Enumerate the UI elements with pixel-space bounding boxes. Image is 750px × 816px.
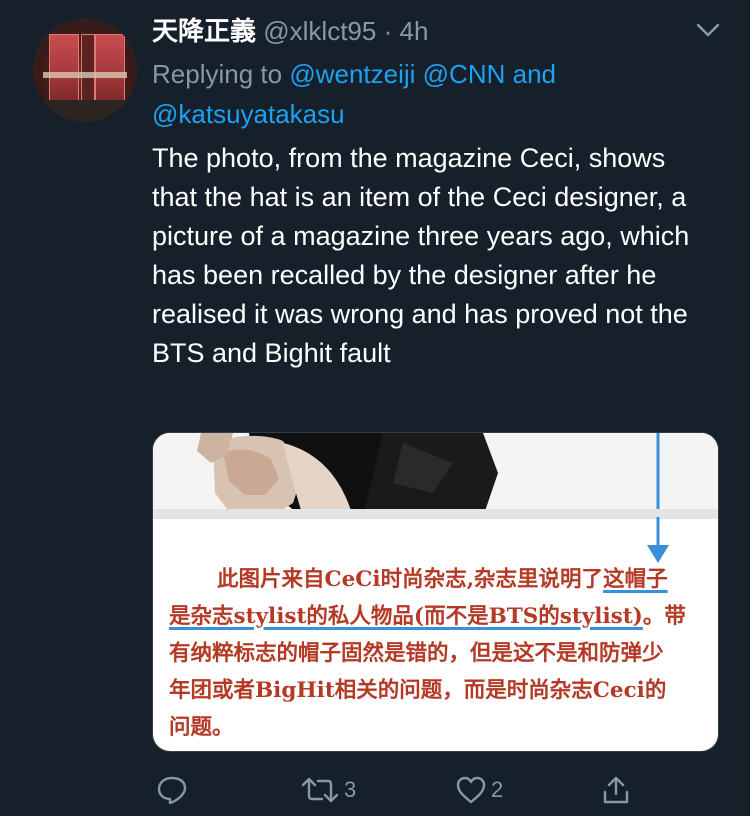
retweet-count: 3 <box>344 777 357 802</box>
caption-underlined: 这帽子 <box>603 567 668 592</box>
reply-button[interactable] <box>156 770 188 810</box>
avatar[interactable] <box>33 18 137 122</box>
mention-link[interactable]: @katsuyatakasu <box>152 99 345 129</box>
avatar-image-panel <box>49 34 79 102</box>
display-name[interactable]: 天降正義 <box>152 17 256 47</box>
media-photo <box>153 433 718 551</box>
mention-link[interactable]: @CNN <box>423 59 506 89</box>
heart-icon <box>456 776 486 804</box>
user-handle[interactable]: @xlklct95 <box>263 16 376 46</box>
like-button[interactable]: 2 <box>455 770 503 810</box>
timestamp[interactable]: 4h <box>399 16 428 46</box>
caption-line: 问题。 <box>169 715 234 740</box>
caption-line: 有纳粹标志的帽子固然是错的，但是这不是和防弹少 <box>169 641 664 666</box>
caption-line: 是杂志stylist的私人物品(而不是BTS的stylist)。带 <box>169 598 704 635</box>
like-count: 2 <box>491 777 504 802</box>
reply-icon <box>157 776 187 805</box>
caption-line: 年团或者BigHit相关的问题，而是时尚杂志Ceci的 <box>169 678 667 703</box>
tweet-actions: 3 2 <box>0 770 750 810</box>
chevron-down-icon[interactable] <box>694 20 722 40</box>
avatar-image-floor <box>33 100 137 122</box>
separator-dot: · <box>383 16 393 46</box>
caption-line: 此图片来自CeCi时尚杂志,杂志里说明了这帽子 <box>169 561 704 598</box>
replying-to: Replying to @wentzeiji @CNN and @katsuya… <box>152 54 712 134</box>
tweet-text: The photo, from the magazine Ceci, shows… <box>152 143 690 368</box>
retweet-icon <box>301 777 339 803</box>
media-caption: 此图片来自CeCi时尚杂志,杂志里说明了这帽子 是杂志stylist的私人物品(… <box>169 561 704 746</box>
arrow-down-icon <box>647 517 669 563</box>
tweet-header: 天降正義 @xlklct95 · 4h <box>152 14 428 49</box>
share-button[interactable] <box>600 770 632 810</box>
avatar-image-detail <box>43 72 127 78</box>
caption-text: 。带 <box>642 604 686 629</box>
avatar-image-panel <box>81 34 95 102</box>
tweet[interactable]: 天降正義 @xlklct95 · 4h Replying to @wentzei… <box>0 0 750 816</box>
retweet-button[interactable]: 3 <box>300 770 356 810</box>
mention-link[interactable]: @wentzeiji <box>289 59 415 89</box>
replying-prefix: Replying to <box>152 59 283 89</box>
avatar-image-panel <box>95 34 125 102</box>
caption-text: 此图片来自CeCi时尚杂志,杂志里说明了 <box>217 567 604 592</box>
share-icon <box>603 776 629 804</box>
caption-underlined: 是杂志stylist的私人物品(而不是BTS的stylist) <box>169 604 643 629</box>
tweet-media[interactable]: 此图片来自CeCi时尚杂志,杂志里说明了这帽子 是杂志stylist的私人物品(… <box>152 432 719 752</box>
mention-joiner: and <box>512 59 557 89</box>
